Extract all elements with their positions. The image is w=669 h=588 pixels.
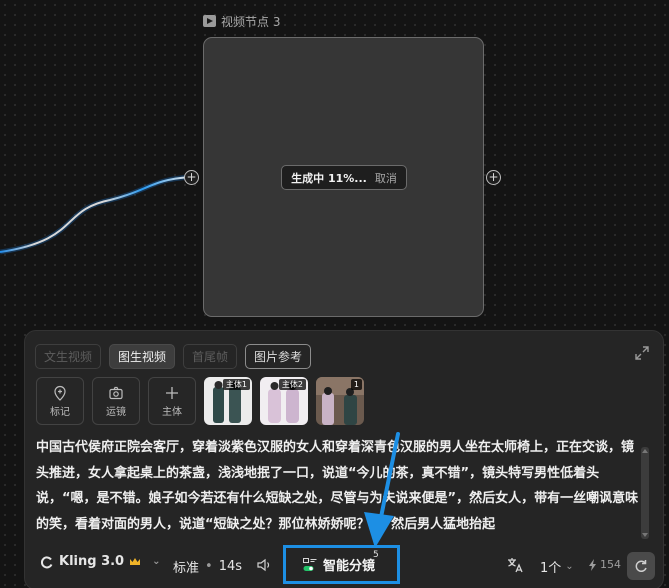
node-header: 视频节点 3: [203, 12, 280, 30]
mark-tool-label: 标记: [50, 406, 70, 418]
subject-badge-1: 主体1: [222, 379, 250, 390]
camera-motion-button[interactable]: 运镜: [92, 377, 140, 425]
tab-image-reference[interactable]: 图片参考: [245, 344, 312, 369]
crown-icon: [130, 557, 141, 565]
model-name: Kling 3.0: [59, 554, 125, 569]
mark-tool-button[interactable]: 标记: [36, 377, 84, 425]
reference-thumbnail[interactable]: 1: [316, 377, 364, 425]
input-port[interactable]: +: [184, 170, 199, 185]
refresh-icon: [635, 560, 647, 572]
storyboard-toggle-icon: [303, 557, 317, 571]
duration-label: 14s: [218, 559, 243, 574]
scroll-up-icon[interactable]: [642, 449, 648, 453]
video-icon: [203, 15, 216, 27]
output-port[interactable]: +: [486, 170, 501, 185]
location-pin-plus-icon: [54, 385, 66, 401]
quantity-chevron-icon: ⌄: [565, 561, 574, 572]
generation-panel: 文生视频 图生视频 首尾帧 图片参考 标记 运镜 主体 主体1 主体2 1 中国…: [24, 330, 664, 588]
quality-duration-selector[interactable]: 标准 • 14s: [173, 557, 242, 576]
progress-status: 生成中 11%...: [291, 171, 367, 185]
progress-indicator: 生成中 11%... 取消: [281, 165, 407, 190]
smart-storyboard-label: 智能分镜: [323, 559, 376, 574]
video-node[interactable]: 生成中 11%... 取消: [203, 37, 484, 317]
expand-icon[interactable]: [634, 345, 650, 361]
plus-icon: [166, 386, 178, 399]
reference-badge: 1: [350, 379, 362, 390]
tool-row: 标记 运镜 主体 主体1 主体2 1: [36, 377, 364, 425]
credits-indicator: 154: [588, 558, 621, 571]
speaker-icon[interactable]: [256, 557, 272, 573]
generate-button[interactable]: [627, 552, 655, 580]
cancel-button[interactable]: 取消: [375, 170, 397, 186]
tab-image-to-video[interactable]: 图生视频: [109, 344, 176, 369]
lightning-icon: [589, 558, 596, 571]
translate-icon[interactable]: [506, 556, 524, 574]
subject-badge-2: 主体2: [278, 379, 306, 390]
smart-storyboard-count: 5: [373, 550, 379, 560]
kling-logo-icon: [40, 555, 53, 568]
scroll-down-icon[interactable]: [642, 533, 648, 537]
model-selector[interactable]: Kling 3.0 ⌄: [40, 554, 161, 569]
subject-thumbnail-2[interactable]: 主体2: [260, 377, 308, 425]
tab-first-last-frame[interactable]: 首尾帧: [183, 344, 238, 369]
prompt-input[interactable]: 中国古代侯府正院会客厅，穿着淡紫色汉服的女人和穿着深青色汉服的男人坐在太师椅上，…: [36, 435, 640, 539]
separator-dot: •: [205, 559, 213, 574]
mode-tabs: 文生视频 图生视频 首尾帧 图片参考: [35, 344, 312, 369]
camera-motion-label: 运镜: [106, 406, 126, 418]
add-subject-button[interactable]: 主体: [148, 377, 196, 425]
quantity-label: 1个: [540, 561, 562, 576]
subject-thumbnail-1[interactable]: 主体1: [204, 377, 252, 425]
tab-text-to-video[interactable]: 文生视频: [35, 344, 102, 369]
quantity-selector[interactable]: 1个 ⌄: [540, 557, 574, 576]
quality-label: 标准: [173, 561, 200, 576]
node-title: 视频节点 3: [221, 14, 281, 29]
credits-value: 154: [600, 558, 621, 571]
prompt-scrollbar[interactable]: [641, 447, 649, 539]
bottom-toolbar: Kling 3.0 ⌄ 标准 • 14s 智能分镜 5 1个 ⌄ 154: [25, 545, 665, 584]
camera-icon: [109, 386, 123, 399]
chevron-down-icon: ⌄: [152, 556, 161, 567]
smart-storyboard-button[interactable]: 智能分镜 5: [283, 545, 400, 584]
add-subject-label: 主体: [162, 406, 182, 418]
